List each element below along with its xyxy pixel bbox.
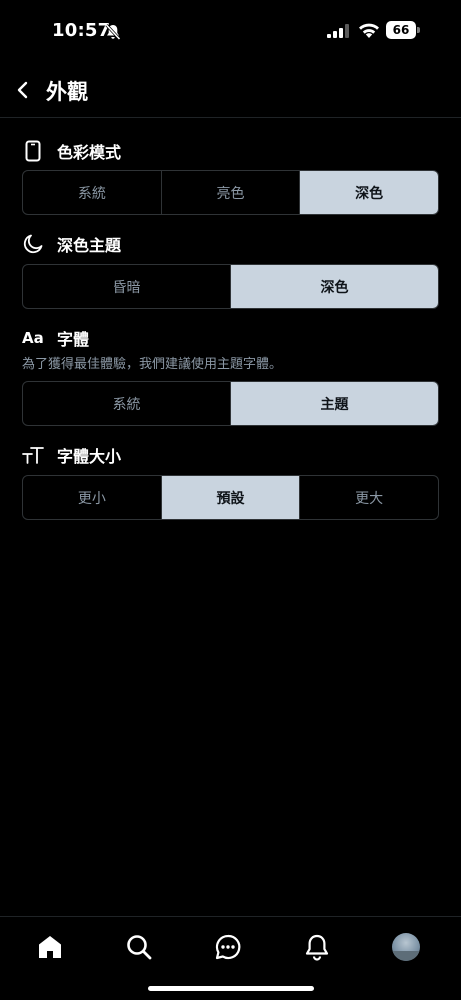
battery-indicator: 66: [386, 21, 420, 39]
tab-profile[interactable]: [390, 931, 422, 963]
status-bar: 10:57 66: [0, 0, 461, 62]
tab-notifications[interactable]: [301, 931, 333, 963]
color-mode-title: 色彩模式: [57, 143, 122, 162]
tab-messages[interactable]: [212, 931, 244, 963]
font-size-header: 字體大小: [22, 443, 121, 467]
color-mode-selector: 系統 亮色 深色: [22, 170, 439, 215]
color-mode-option-system[interactable]: 系統: [23, 171, 162, 214]
profile-avatar: [392, 933, 420, 961]
page-header: 外觀: [0, 62, 461, 118]
font-title: 字體: [57, 330, 90, 349]
font-header: Aa 字體: [22, 326, 89, 350]
phone-icon: [22, 140, 44, 162]
wifi-icon: [359, 23, 379, 38]
color-mode-option-light[interactable]: 亮色: [162, 171, 301, 214]
color-mode-option-dark[interactable]: 深色: [300, 171, 438, 214]
text-size-icon: [22, 444, 44, 466]
color-mode-header: 色彩模式: [22, 139, 121, 163]
font-selector: 系統 主題: [22, 381, 439, 426]
font-size-title: 字體大小: [57, 447, 122, 466]
dark-theme-option-dark[interactable]: 深色: [231, 265, 438, 308]
status-time: 10:57: [52, 20, 111, 41]
font-option-theme[interactable]: 主題: [231, 382, 438, 425]
page-title: 外觀: [46, 80, 88, 104]
dark-theme-header: 深色主題: [22, 232, 121, 256]
home-indicator: [148, 986, 314, 991]
messages-icon: [215, 934, 241, 960]
tab-home[interactable]: [34, 931, 66, 963]
font-aa-icon: Aa: [22, 329, 44, 347]
font-size-option-larger[interactable]: 更大: [300, 476, 438, 519]
tab-search[interactable]: [123, 931, 155, 963]
dark-theme-selector: 昏暗 深色: [22, 264, 439, 309]
back-arrow-icon[interactable]: [10, 76, 38, 104]
cellular-signal-icon: [327, 24, 349, 38]
notifications-icon: [305, 934, 329, 961]
font-size-option-default[interactable]: 預設: [161, 476, 301, 519]
moon-icon: [22, 233, 44, 255]
dark-theme-option-dim[interactable]: 昏暗: [23, 265, 231, 308]
font-description: 為了獲得最佳體驗，我們建議使用主題字體。: [22, 357, 283, 372]
font-option-system[interactable]: 系統: [23, 382, 231, 425]
font-size-selector: 更小 預設 更大: [22, 475, 439, 520]
home-icon: [39, 936, 61, 958]
battery-tip: [417, 27, 420, 33]
bell-muted-icon: [105, 23, 121, 41]
dark-theme-title: 深色主題: [57, 236, 122, 255]
font-size-option-smaller[interactable]: 更小: [23, 476, 162, 519]
battery-level: 66: [386, 21, 416, 39]
search-icon: [127, 935, 152, 960]
